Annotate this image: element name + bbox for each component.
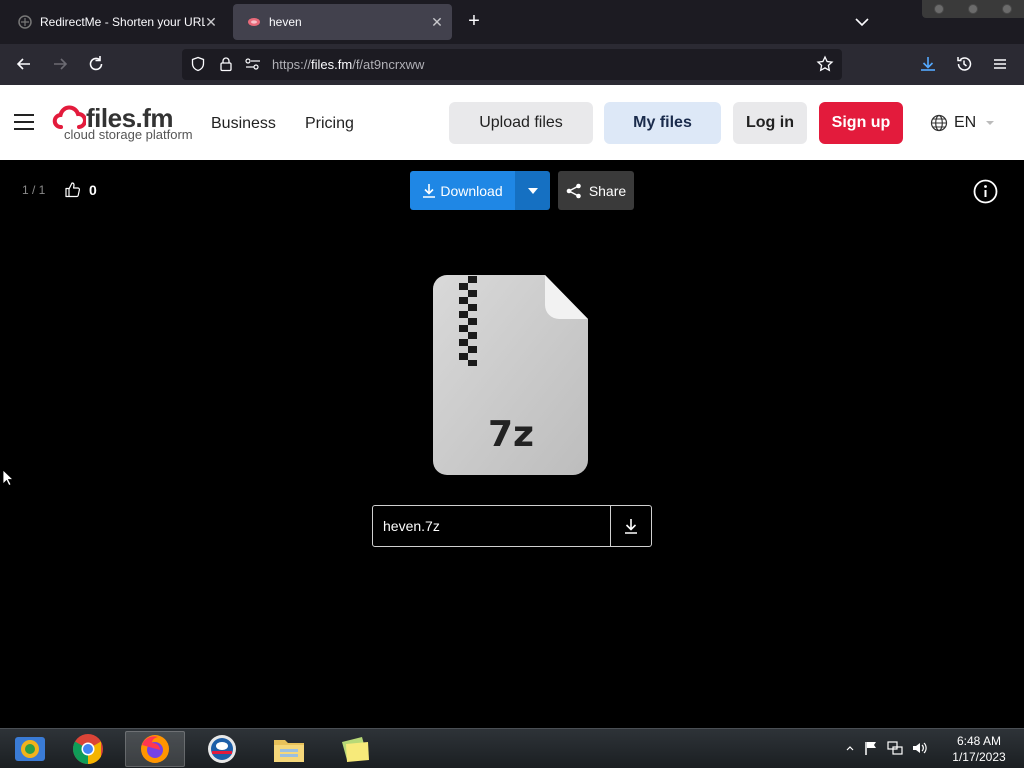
windows-explorer-icon (15, 737, 45, 761)
redirectme-favicon-icon (18, 15, 32, 29)
file-download-button[interactable] (610, 506, 651, 546)
list-all-tabs-chevron-icon[interactable] (852, 12, 872, 32)
downloads-icon[interactable] (918, 54, 938, 74)
like-count: 0 (89, 181, 97, 198)
url-prefix: https:// (272, 57, 312, 72)
download-icon (423, 184, 436, 198)
volume-icon[interactable] (911, 740, 927, 756)
info-icon[interactable] (973, 179, 998, 204)
chevron-down-icon (986, 121, 995, 125)
files-fm-logo[interactable]: files.fm cloud storage platform (52, 103, 193, 143)
share-icon (566, 183, 581, 198)
address-bar[interactable]: https://files.fm/f/at9ncrxww (182, 49, 842, 80)
chrome-icon (72, 734, 103, 764)
file-type-label: 7z (488, 414, 534, 455)
permissions-icon[interactable] (244, 56, 262, 72)
browser-tab-strip: RedirectMe - Shorten your URL ✕ heven ✕ … (0, 0, 1024, 44)
file-viewer: 1 / 1 0 Download Share 7z heven.7z (0, 160, 1024, 728)
forward-arrow-icon[interactable] (50, 54, 70, 74)
archive-file-icon: 7z (433, 274, 589, 476)
nav-pricing-link[interactable]: Pricing (305, 115, 354, 133)
network-icon[interactable] (887, 740, 903, 756)
download-button[interactable]: Download (410, 171, 515, 210)
download-button-group: Download (410, 171, 550, 210)
download-options-dropdown[interactable] (515, 171, 550, 210)
download-label: Download (440, 182, 503, 199)
windows-taskbar: 6:48 AM 1/17/2023 (0, 728, 1024, 768)
bookmark-star-icon[interactable] (816, 55, 834, 73)
url-path: /f/at9ncrxww (352, 57, 425, 72)
share-label: Share (588, 182, 627, 199)
minimize-button[interactable] (934, 4, 944, 14)
my-files-button[interactable]: My files (604, 102, 721, 144)
maximize-button[interactable] (968, 4, 978, 14)
tab-title: RedirectMe - Shorten your URL (40, 15, 205, 29)
tab-close-icon[interactable]: ✕ (430, 15, 444, 29)
history-icon[interactable] (954, 54, 974, 74)
file-name: heven.7z (383, 518, 440, 534)
clock-time: 6:48 AM (956, 734, 1002, 748)
caret-down-icon (527, 187, 538, 194)
sticky-notes-icon (342, 737, 369, 762)
hamburger-menu-icon[interactable] (14, 114, 34, 132)
close-window-button[interactable] (1002, 4, 1012, 14)
new-tab-button[interactable]: + (464, 11, 484, 32)
show-hidden-icons-chevron-icon[interactable] (845, 743, 855, 753)
mouse-cursor-icon (2, 469, 12, 487)
clock-date: 1/17/2023 (952, 750, 1006, 764)
tab-heven[interactable]: heven ✕ (233, 4, 452, 40)
app-menu-icon[interactable] (990, 54, 1010, 74)
action-center-flag-icon[interactable] (863, 740, 879, 756)
window-controls (922, 0, 1024, 18)
nav-business-link[interactable]: Business (211, 115, 276, 133)
zip-file-graphic: 7z (433, 275, 588, 475)
taskbar-file-explorer[interactable] (259, 731, 319, 767)
upload-files-button[interactable]: Upload files (449, 102, 593, 144)
taskbar-firefox[interactable] (125, 731, 185, 767)
shield-icon[interactable] (190, 56, 206, 72)
files-fm-favicon-icon (248, 18, 260, 26)
like-button[interactable]: 0 (64, 181, 97, 198)
taskbar-sticky-notes[interactable] (326, 731, 386, 767)
tab-redirectme[interactable]: RedirectMe - Shorten your URL ✕ (4, 4, 226, 40)
back-arrow-icon[interactable] (14, 54, 34, 74)
system-clock[interactable]: 6:48 AM 1/17/2023 (940, 733, 1018, 765)
site-header: files.fm cloud storage platform Business… (0, 85, 1024, 160)
reload-icon[interactable] (86, 54, 106, 74)
taskbar-windows-explorer[interactable] (0, 731, 60, 767)
globe-icon (930, 114, 948, 132)
signup-button[interactable]: Sign up (819, 102, 903, 144)
file-explorer-icon (274, 740, 304, 762)
system-tray (845, 740, 927, 756)
logo-tagline: cloud storage platform (64, 127, 193, 142)
taskbar-chrome[interactable] (58, 731, 118, 767)
browser-toolbar: https://files.fm/f/at9ncrxww (0, 44, 1024, 85)
language-label: EN (954, 114, 977, 131)
firefox-icon (141, 735, 169, 763)
tab-close-icon[interactable]: ✕ (204, 15, 218, 29)
share-button[interactable]: Share (558, 171, 634, 210)
language-selector[interactable]: EN (930, 114, 996, 132)
file-counter: 1 / 1 (22, 183, 46, 197)
url-text[interactable]: https://files.fm/f/at9ncrxww (272, 57, 424, 72)
tab-title: heven (269, 15, 302, 29)
url-domain: files.fm (311, 57, 353, 72)
opera-icon (208, 735, 236, 763)
taskbar-opera[interactable] (192, 731, 252, 767)
login-button[interactable]: Log in (733, 102, 807, 144)
lock-icon[interactable] (218, 56, 234, 72)
download-icon (625, 519, 637, 534)
thumbs-up-icon (65, 182, 81, 198)
file-name-box: heven.7z (372, 505, 652, 547)
